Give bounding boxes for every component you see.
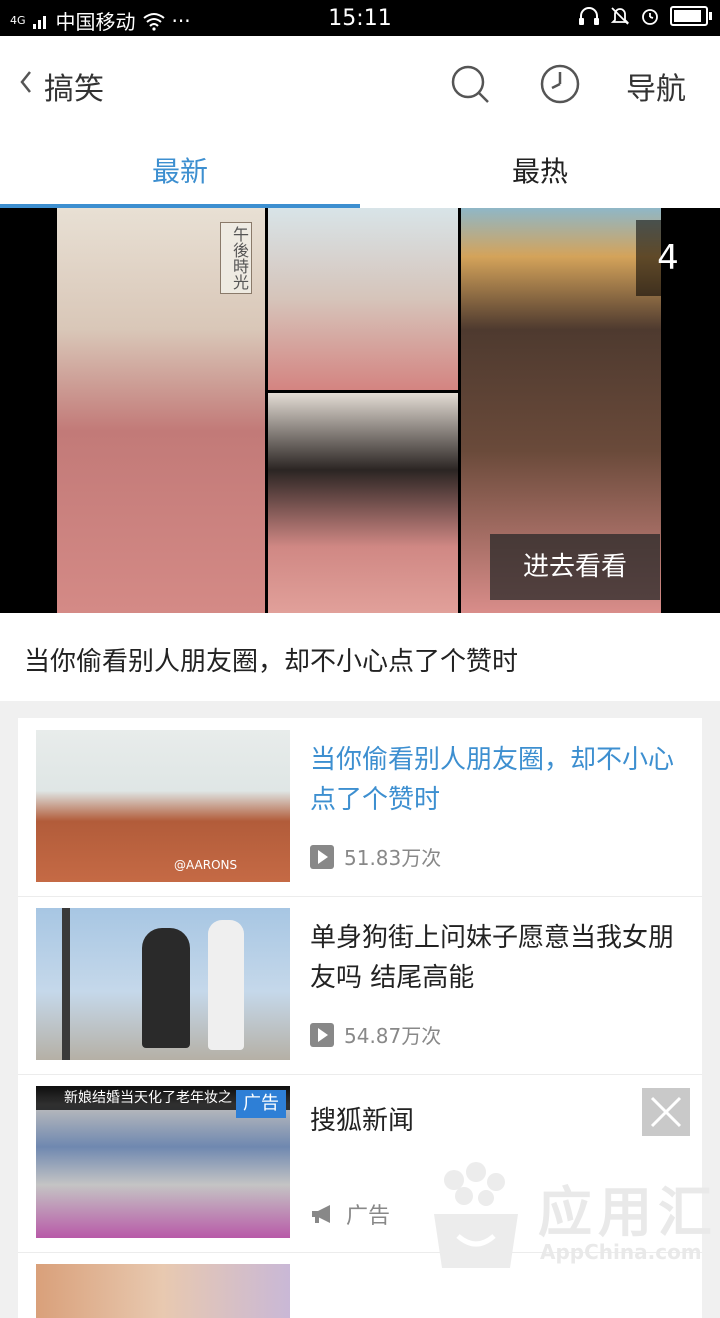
- video-thumbnail[interactable]: @AARONS: [36, 730, 290, 882]
- close-ad-button[interactable]: [642, 1088, 690, 1136]
- banner-headline: 当你偷看别人朋友圈，却不小心点了个赞时: [24, 647, 519, 677]
- banner-carousel[interactable]: 午後時光 4 进去看看: [0, 208, 720, 613]
- history-clock-icon[interactable]: [538, 62, 582, 106]
- title-bar: 搞笑 导航: [0, 36, 720, 133]
- banner-caption[interactable]: 当你偷看别人朋友圈，却不小心点了个赞时: [0, 613, 720, 701]
- ad-label-text: 广告: [346, 1204, 391, 1229]
- nav-button[interactable]: 导航: [626, 64, 686, 108]
- banner-photo: [268, 393, 458, 613]
- tab-latest[interactable]: 最新: [0, 150, 360, 190]
- tab-hottest[interactable]: 最热: [360, 150, 720, 190]
- enter-button[interactable]: 进去看看: [490, 534, 660, 600]
- play-icon: [310, 844, 334, 869]
- banner-counter: 4: [636, 220, 700, 296]
- status-bar: 4G 中国移动 ··· 15:11: [0, 0, 720, 36]
- ad-badge: 广告: [236, 1090, 286, 1118]
- list-item[interactable]: @AARONS 当你偷看别人朋友圈，却不小心点了个赞时 51.83万次: [18, 718, 702, 897]
- mute-icon: [610, 7, 630, 25]
- tab-bar: 最新 最热: [0, 132, 720, 210]
- video-title: 当你偷看别人朋友圈，却不小心点了个赞时: [310, 745, 675, 815]
- ad-source: 搜狐新闻: [310, 1106, 415, 1136]
- page-title: 搞笑: [44, 72, 104, 107]
- watermark-sub: AppChina.com: [540, 1240, 702, 1264]
- video-title: 单身狗街上问妹子愿意当我女朋友吗 结尾高能: [310, 923, 675, 993]
- appchina-logo-icon: [434, 1162, 518, 1268]
- view-count-text: 54.87万次: [344, 1024, 442, 1048]
- appchina-watermark: 应用汇 AppChina.com: [420, 1150, 720, 1280]
- view-count-text: 51.83万次: [344, 846, 442, 870]
- view-count: 54.87万次: [310, 1020, 441, 1049]
- play-icon: [310, 1022, 334, 1047]
- video-thumbnail[interactable]: [36, 908, 290, 1060]
- thumbnail-caption: @AARONS: [174, 858, 238, 872]
- list-item[interactable]: 单身狗街上问妹子愿意当我女朋友吗 结尾高能 54.87万次: [18, 896, 702, 1075]
- watermark-brand: 应用汇: [538, 1181, 718, 1244]
- ad-thumbnail[interactable]: 新娘结婚当天化了老年妆之 广告: [36, 1086, 290, 1238]
- banner-photo: [268, 208, 458, 390]
- banner-overlay-text: 午後時光: [220, 222, 252, 294]
- search-icon[interactable]: [448, 62, 492, 106]
- battery-icon: [670, 6, 712, 26]
- view-count: 51.83万次: [310, 842, 441, 871]
- video-thumbnail[interactable]: [36, 1264, 290, 1318]
- close-icon: [650, 1096, 682, 1128]
- back-arrow-icon[interactable]: [14, 66, 48, 100]
- alarm-icon: [642, 9, 658, 25]
- ad-label: 广告: [310, 1198, 390, 1230]
- megaphone-icon: [312, 1205, 330, 1223]
- headset-icon: [579, 7, 599, 25]
